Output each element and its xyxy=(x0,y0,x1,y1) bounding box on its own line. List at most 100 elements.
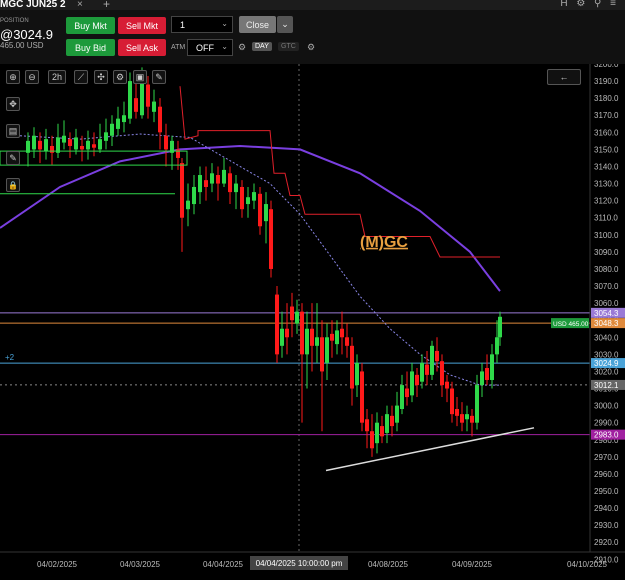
candle-body xyxy=(122,115,126,123)
position-label: POSITION xyxy=(0,18,29,24)
tif-gtc-toggle[interactable]: GTC xyxy=(278,42,299,51)
atm-select[interactable]: OFF ⌄ xyxy=(187,39,233,56)
order-panel: POSITION @3024.9 465.00 USD Buy Mkt Sell… xyxy=(0,10,625,64)
y-tick-label: 3070.0 xyxy=(594,282,619,291)
quantity-input[interactable]: 1 ⌄ xyxy=(171,16,233,33)
candle-body xyxy=(365,419,369,432)
pencil-icon[interactable]: ✎ xyxy=(6,151,20,165)
price-tag-label: 2983.0 xyxy=(594,431,619,440)
candle-body xyxy=(325,337,329,363)
chevron-down-icon[interactable]: ⌄ xyxy=(221,19,228,28)
price-tag-label: 3024.9 xyxy=(594,359,619,368)
candle-body xyxy=(192,186,196,205)
candle-body xyxy=(44,139,48,152)
candle-body xyxy=(246,197,250,205)
y-tick-label: 2970.0 xyxy=(594,453,619,462)
y-tick-label: 2920.0 xyxy=(594,538,619,547)
candle-body xyxy=(490,354,494,380)
draw-icon[interactable]: ✎ xyxy=(152,70,166,84)
y-tick-label: 3090.0 xyxy=(594,248,619,257)
candle-body xyxy=(252,192,256,201)
y-tick-label: 3130.0 xyxy=(594,180,619,189)
y-tick-label: 3120.0 xyxy=(594,197,619,206)
back-arrow-icon[interactable]: ← xyxy=(547,69,581,85)
candle-body xyxy=(498,316,502,338)
candle-body xyxy=(305,328,309,355)
candle-body xyxy=(345,337,349,346)
camera-icon[interactable]: ▣ xyxy=(133,70,147,84)
lock-icon[interactable]: 🔒 xyxy=(6,178,20,192)
candle-body xyxy=(240,186,244,210)
ruler-icon[interactable]: ▤ xyxy=(6,124,20,138)
candle-body xyxy=(420,362,424,382)
candle-body xyxy=(355,362,359,386)
candle-body xyxy=(128,81,132,119)
y-tick-label: 3030.0 xyxy=(594,350,619,359)
candle-body xyxy=(258,193,262,227)
candle-body xyxy=(470,415,474,423)
chevron-down-icon[interactable]: ⌄ xyxy=(221,42,228,51)
candle-body xyxy=(186,200,190,210)
y-tick-label: 2950.0 xyxy=(594,487,619,496)
sell-ask-button[interactable]: Sell Ask xyxy=(118,39,166,56)
move-icon[interactable]: ✥ xyxy=(6,97,20,111)
candle-body xyxy=(375,422,379,444)
candle-body xyxy=(410,371,414,396)
candle-body xyxy=(275,294,279,355)
candle-body xyxy=(455,409,459,416)
crosshair-icon[interactable]: ✣ xyxy=(94,70,108,84)
y-tick-label: 3020.0 xyxy=(594,367,619,376)
instrument-title[interactable]: MGC JUN25 2 xyxy=(0,0,66,10)
candle-body xyxy=(62,135,66,143)
y-tick-label: 3110.0 xyxy=(594,214,618,223)
x-tick-label: 04/03/2025 xyxy=(120,560,161,569)
y-tick-label: 3100.0 xyxy=(594,231,619,240)
y-tick-label: 2930.0 xyxy=(594,521,619,530)
candle-body xyxy=(146,84,150,107)
candle-body xyxy=(269,209,273,269)
candle-body xyxy=(198,175,202,193)
candle-body xyxy=(152,101,156,112)
y-tick-label: 2960.0 xyxy=(594,470,619,479)
x-tick-label: 04/04/2025 xyxy=(203,560,244,569)
position-pnl: 465.00 USD xyxy=(0,41,44,50)
candle-body xyxy=(164,135,168,150)
tif-day-toggle[interactable]: DAY xyxy=(252,42,272,51)
price-tag-label: 3048.3 xyxy=(594,319,619,328)
chart-canvas[interactable]: USD 465.00 +2 (M)GC 3200.0 3190.0 3180.0 3170… xyxy=(0,60,625,575)
candle-body xyxy=(56,137,60,153)
atm-settings-icon[interactable]: ⚙ xyxy=(238,42,246,53)
candle-body xyxy=(310,328,314,346)
settings-icon[interactable]: ⚙ xyxy=(113,70,127,84)
candle-body xyxy=(158,106,162,133)
close-position-button[interactable]: Close xyxy=(239,16,276,33)
candle-body xyxy=(405,388,409,398)
close-dropdown-icon[interactable]: ⌄ xyxy=(277,16,293,33)
order-settings-icon[interactable]: ⚙ xyxy=(307,42,315,53)
window-icons[interactable]: H ⚙ ⚲ ≡ xyxy=(560,0,619,9)
candle-body xyxy=(32,135,36,150)
candle-body xyxy=(495,337,499,355)
candle-body xyxy=(380,426,384,437)
price-chart[interactable]: USD 465.00 +2 (M)GC 3200.0 3190.0 3180.0 3170… xyxy=(0,60,625,575)
candle-body xyxy=(68,139,72,146)
close-tab-icon[interactable]: × xyxy=(77,0,83,10)
buy-market-button[interactable]: Buy Mkt xyxy=(66,17,115,34)
y-tick-label: 3200.0 xyxy=(594,64,619,69)
zoom-in-icon[interactable]: ⊕ xyxy=(6,70,20,84)
sell-market-button[interactable]: Sell Mkt xyxy=(118,17,166,34)
position-pnl-tag-label: USD 465.00 xyxy=(553,321,589,328)
candle-body xyxy=(234,183,238,193)
atm-value: OFF xyxy=(196,42,214,53)
buy-bid-button[interactable]: Buy Bid xyxy=(66,39,115,56)
candle-body xyxy=(425,364,429,375)
candle-body xyxy=(222,169,226,184)
indicators-icon[interactable]: ⟋ xyxy=(74,70,88,84)
candle-body xyxy=(116,118,120,129)
timeframe-button[interactable]: 2h xyxy=(48,70,66,84)
candle-body xyxy=(330,333,334,341)
zoom-out-icon[interactable]: ⊖ xyxy=(25,70,39,84)
x-tick-label: 04/10/2025 xyxy=(567,560,608,569)
candle-body xyxy=(320,337,324,372)
candle-body xyxy=(300,311,304,355)
